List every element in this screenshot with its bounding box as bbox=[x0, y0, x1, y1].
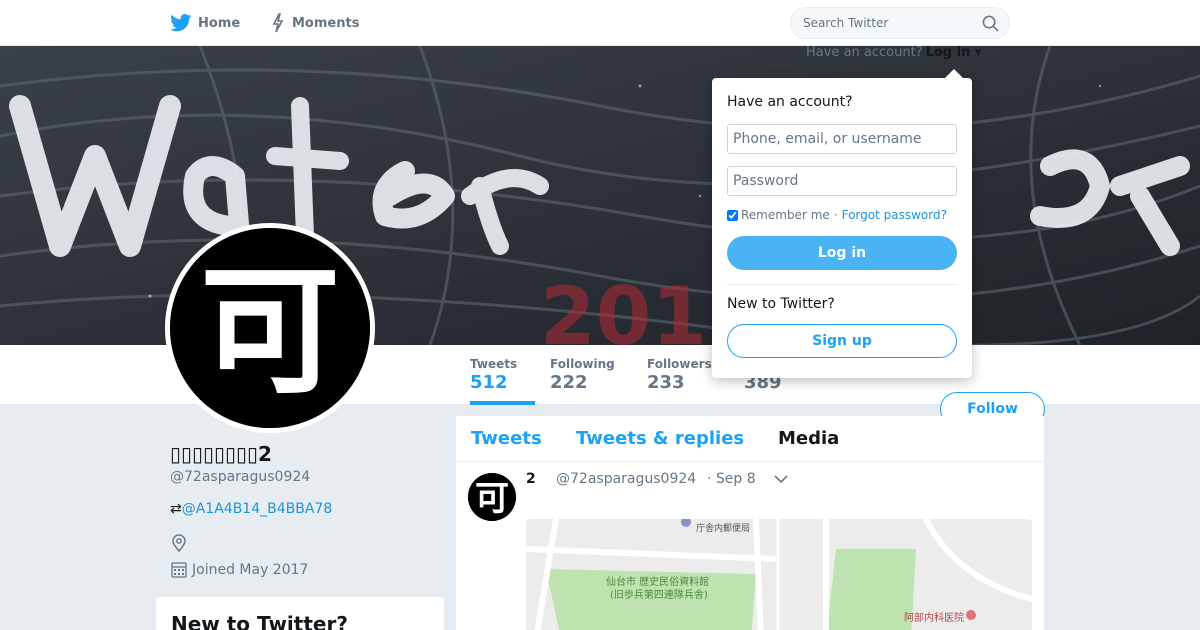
search-input[interactable] bbox=[791, 8, 971, 38]
tweet-media-map[interactable]: 庁舎内郵便局 仙台市 歴史民俗資料館 (旧歩兵第四連隊兵舎) 阿部内科医院 bbox=[526, 519, 1032, 630]
login-toggle[interactable]: Log in ▾ bbox=[926, 45, 982, 60]
stat-following[interactable]: Following 222 bbox=[550, 345, 630, 405]
calendar-icon bbox=[171, 562, 187, 578]
map-label: 仙台市 歴史民俗資料館 bbox=[606, 575, 709, 588]
tweet-timestamp[interactable]: · Sep 8 bbox=[707, 471, 756, 487]
remember-row: Remember me · Forgot password? bbox=[727, 208, 947, 222]
new-to-twitter-text: New to Twitter? bbox=[727, 296, 835, 312]
signup-card-title: New to Twitter? bbox=[171, 612, 348, 630]
stat-label: Tweets bbox=[470, 357, 518, 371]
stat-label: Following bbox=[550, 357, 615, 371]
search-box bbox=[790, 7, 1010, 39]
nav-moments-label: Moments bbox=[292, 15, 360, 31]
map-label: (旧歩兵第四連隊兵舎) bbox=[610, 588, 708, 601]
map-label: 庁舎内郵便局 bbox=[696, 522, 750, 534]
forgot-password-link[interactable]: Forgot password? bbox=[842, 208, 947, 222]
login-toggle-label: Log in bbox=[925, 45, 971, 60]
tweet-author-name[interactable]: 2 bbox=[526, 471, 536, 487]
profile-link[interactable]: @A1A4B14_B4BBA78 bbox=[182, 501, 333, 517]
tweet-avatar-glyph: 可 bbox=[475, 479, 509, 519]
remember-me-label[interactable]: Remember me bbox=[741, 208, 830, 222]
password-field[interactable] bbox=[727, 166, 957, 196]
tab-tweets[interactable]: Tweets bbox=[471, 428, 542, 449]
login-button[interactable]: Log in bbox=[727, 236, 957, 270]
joined-date: Joined May 2017 bbox=[192, 561, 309, 578]
search-icon[interactable] bbox=[982, 15, 999, 32]
have-account-row: Have an account? Log in ▾ bbox=[806, 45, 981, 60]
joined-row: Joined May 2017 bbox=[171, 561, 308, 578]
lightning-icon bbox=[272, 13, 284, 33]
have-account-text: Have an account? bbox=[806, 45, 923, 60]
nav-home-label: Home bbox=[198, 15, 241, 31]
stat-value: 222 bbox=[550, 372, 588, 393]
top-navigation-bar: Home Moments bbox=[0, 0, 1200, 46]
profile-link-row: ⇄@A1A4B14_B4BBA78 bbox=[170, 501, 332, 517]
caret-down-icon: ▾ bbox=[974, 45, 982, 60]
tweet-avatar[interactable]: 可 bbox=[468, 473, 516, 521]
map-label: 阿部内科医院 bbox=[904, 611, 964, 624]
avatar-glyph: 可 bbox=[200, 251, 340, 414]
tab-media[interactable]: Media bbox=[778, 428, 839, 449]
username-field[interactable] bbox=[727, 124, 957, 154]
divider bbox=[727, 284, 957, 285]
timeline-tabs: Tweets Tweets & replies Media bbox=[456, 416, 1044, 462]
swap-icon: ⇄ bbox=[170, 501, 182, 517]
signup-card: New to Twitter? bbox=[156, 597, 444, 630]
nav-home[interactable]: Home bbox=[170, 0, 240, 46]
stat-tweets[interactable]: Tweets 512 bbox=[470, 345, 535, 405]
twitter-bird-icon bbox=[170, 14, 192, 32]
chevron-down-icon[interactable] bbox=[774, 474, 788, 484]
tab-tweets-replies[interactable]: Tweets & replies bbox=[576, 428, 744, 449]
profile-name: ▯▯▯▯▯▯▯▯2 bbox=[170, 442, 272, 466]
timeline: Tweets Tweets & replies Media 可 2 @72asp… bbox=[456, 416, 1044, 630]
stat-value: 512 bbox=[470, 372, 508, 393]
login-dropdown-title: Have an account? bbox=[727, 94, 853, 110]
signup-button[interactable]: Sign up bbox=[727, 324, 957, 358]
tweet-author-handle[interactable]: @72asparagus0924 bbox=[556, 471, 696, 487]
nav-moments[interactable]: Moments bbox=[270, 0, 359, 46]
remember-me-checkbox[interactable] bbox=[727, 209, 738, 221]
avatar[interactable]: 可 bbox=[165, 223, 375, 433]
location-pin-icon bbox=[172, 534, 186, 552]
profile-handle[interactable]: @72asparagus0924 bbox=[170, 469, 310, 485]
separator: · bbox=[833, 208, 838, 222]
login-dropdown: Have an account? Remember me · Forgot pa… bbox=[712, 69, 972, 378]
